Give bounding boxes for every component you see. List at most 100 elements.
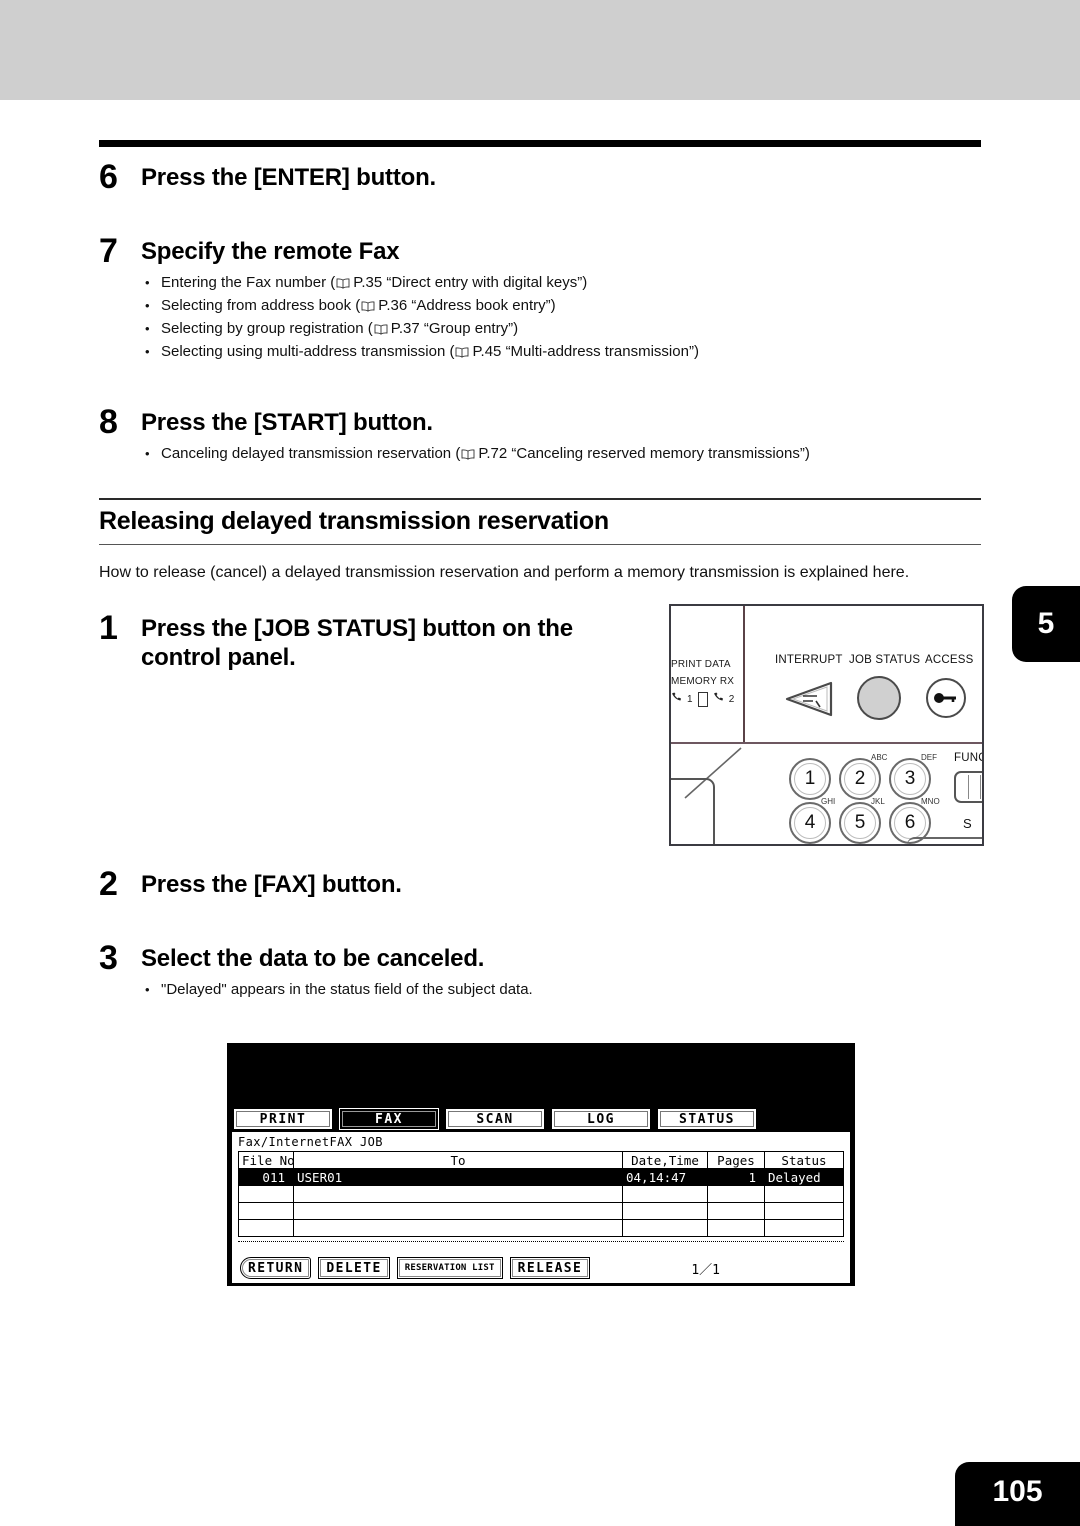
bullet-quote: “Direct entry with digital keys”	[386, 274, 583, 291]
lcd-button-row: RETURN DELETE RESERVATION LIST RELEASE 1…	[232, 1257, 850, 1279]
top-thick-rule	[99, 140, 981, 147]
step-2-number: 2	[99, 865, 118, 903]
lcd-job-title: Fax/InternetFAX JOB	[238, 1135, 383, 1149]
cell-empty	[764, 1219, 844, 1237]
return-button[interactable]: RETURN	[240, 1257, 312, 1279]
cell-empty	[293, 1202, 623, 1220]
bullet-quote: “Group entry”	[423, 320, 514, 337]
step-3-number: 3	[99, 939, 118, 977]
step-2-title: Press the [FAX] button.	[141, 871, 402, 898]
lcd-tab-bar: PRINT FAX SCAN LOG STATUS	[233, 1108, 757, 1130]
step-1-title: Press the [JOB STATUS] button on the con…	[141, 615, 573, 671]
panel-lamp-labels: PRINT DATA MEMORY RX 1 2	[671, 656, 735, 708]
bullet-text-pre: Selecting from address book (	[161, 297, 361, 314]
page-number-footer: 105	[955, 1462, 1080, 1526]
lamp-number-1: 1	[687, 694, 693, 705]
cell-date-time: 04,14:47	[622, 1168, 708, 1186]
section-lead-paragraph: How to release (cancel) a delayed transm…	[99, 564, 910, 581]
table-row[interactable]	[238, 1202, 844, 1220]
keypad-digit: 6	[904, 812, 916, 833]
job-status-button-label: JOB STATUS	[849, 654, 921, 666]
interrupt-icon[interactable]	[783, 680, 835, 718]
reservation-list-button[interactable]: RESERVATION LIST	[396, 1257, 503, 1279]
bullet-text-pre: Entering the Fax number (	[161, 274, 336, 291]
section-heading: Releasing delayed transmission reservati…	[99, 507, 609, 535]
cell-pages: 1	[707, 1168, 765, 1186]
bullet-text-post: )	[582, 274, 588, 291]
cell-empty	[707, 1202, 765, 1220]
keypad-letters-abc: ABC	[871, 753, 888, 762]
book-reference-icon	[374, 320, 388, 341]
step-8-bullet-list: Canceling delayed transmission reservati…	[141, 443, 981, 466]
bullet-page-ref: P.72	[478, 445, 508, 462]
step-1: 1 Press the [JOB STATUS] button on the c…	[99, 609, 659, 672]
keypad-letters-ghi: GHI	[821, 797, 836, 806]
keypad-digit: 3	[904, 768, 916, 789]
cell-empty	[293, 1219, 623, 1237]
release-button[interactable]: RELEASE	[509, 1257, 591, 1279]
bullet-text-post: )	[804, 445, 810, 462]
phone-line-icon-1	[671, 691, 682, 708]
job-status-button[interactable]	[857, 676, 901, 720]
book-reference-icon	[336, 274, 350, 295]
page-content: 6 Press the [ENTER] button. 7 Specify th…	[99, 140, 981, 1000]
keypad-digit: 4	[804, 812, 816, 833]
keypad-digit: 2	[854, 768, 866, 789]
table-row[interactable]	[238, 1185, 844, 1203]
step-1-number: 1	[99, 609, 118, 647]
keypad-key-5[interactable]: 5	[839, 802, 881, 844]
cell-empty	[238, 1202, 294, 1220]
cell-status: Delayed	[764, 1168, 844, 1186]
key-icon	[934, 693, 956, 703]
bullet-page-ref: P.45	[472, 343, 502, 360]
column-header-status: Status	[764, 1151, 844, 1169]
list-item: Entering the Fax number (P.35 “Direct en…	[141, 272, 981, 295]
table-row[interactable]: 011 USER01 04,14:47 1 Delayed	[238, 1168, 844, 1186]
table-row[interactable]	[238, 1219, 844, 1237]
column-header-to: To	[293, 1151, 623, 1169]
page-number: 105	[992, 1475, 1043, 1508]
bullet-page-ref: P.37	[390, 320, 420, 337]
lcd-tab-scan[interactable]: SCAN	[445, 1108, 545, 1130]
keypad-key-4[interactable]: 4	[789, 802, 831, 844]
bullet-page-ref: P.36	[378, 297, 408, 314]
keypad-key-2[interactable]: 2	[839, 758, 881, 800]
panel-touchscreen-outline	[671, 778, 715, 844]
step-3-bullet-list: "Delayed" appears in the status field of…	[141, 979, 981, 1000]
lcd-tab-status[interactable]: STATUS	[657, 1108, 757, 1130]
keypad-digit: 5	[854, 812, 866, 833]
lcd-tab-fax[interactable]: FAX	[339, 1108, 439, 1130]
cell-empty	[238, 1185, 294, 1203]
section-heading-block: Releasing delayed transmission reservati…	[99, 498, 981, 584]
panel-divider-horizontal	[671, 742, 982, 744]
keypad-key-3[interactable]: 3	[889, 758, 931, 800]
keypad-key-1[interactable]: 1	[789, 758, 831, 800]
lcd-tab-log[interactable]: LOG	[551, 1108, 651, 1130]
bullet-text-post: )	[513, 320, 519, 337]
keypad-letters-mno: MNO	[921, 797, 940, 806]
cell-empty	[707, 1185, 765, 1203]
lcd-page-indicator: 1／1	[691, 1262, 720, 1278]
cell-empty	[764, 1185, 844, 1203]
chapter-tab-number: 5	[1037, 607, 1055, 640]
bullet-quote: “Canceling reserved memory transmissions…	[511, 445, 805, 462]
lamp-label-print-data: PRINT DATA	[671, 659, 731, 670]
step-8-title: Press the [START] button.	[141, 409, 433, 436]
lcd-tab-print[interactable]: PRINT	[233, 1108, 333, 1130]
cell-to: USER01	[293, 1168, 623, 1186]
column-header-pages: Pages	[707, 1151, 765, 1169]
book-reference-icon	[455, 343, 469, 364]
keypad-letters-jkl: JKL	[871, 797, 885, 806]
list-item: Selecting from address book ( P.36 “Addre…	[141, 295, 981, 318]
section-rule-bottom	[99, 544, 981, 545]
lamp-indicator-box	[697, 692, 708, 707]
cell-empty	[622, 1202, 708, 1220]
step-3: 3 Select the data to be canceled. "Delay…	[99, 939, 981, 1000]
job-status-lcd-screenshot: PRINT FAX SCAN LOG STATUS Fax/InternetFA…	[227, 1043, 855, 1286]
bullet-quote: “Address book entry”	[411, 297, 551, 314]
delete-button[interactable]: DELETE	[318, 1257, 390, 1279]
access-button[interactable]	[926, 678, 966, 718]
function-button[interactable]	[954, 771, 982, 803]
list-item: Selecting by group registration (P.37 “G…	[141, 318, 981, 341]
interrupt-button-label: INTERRUPT	[775, 654, 843, 666]
